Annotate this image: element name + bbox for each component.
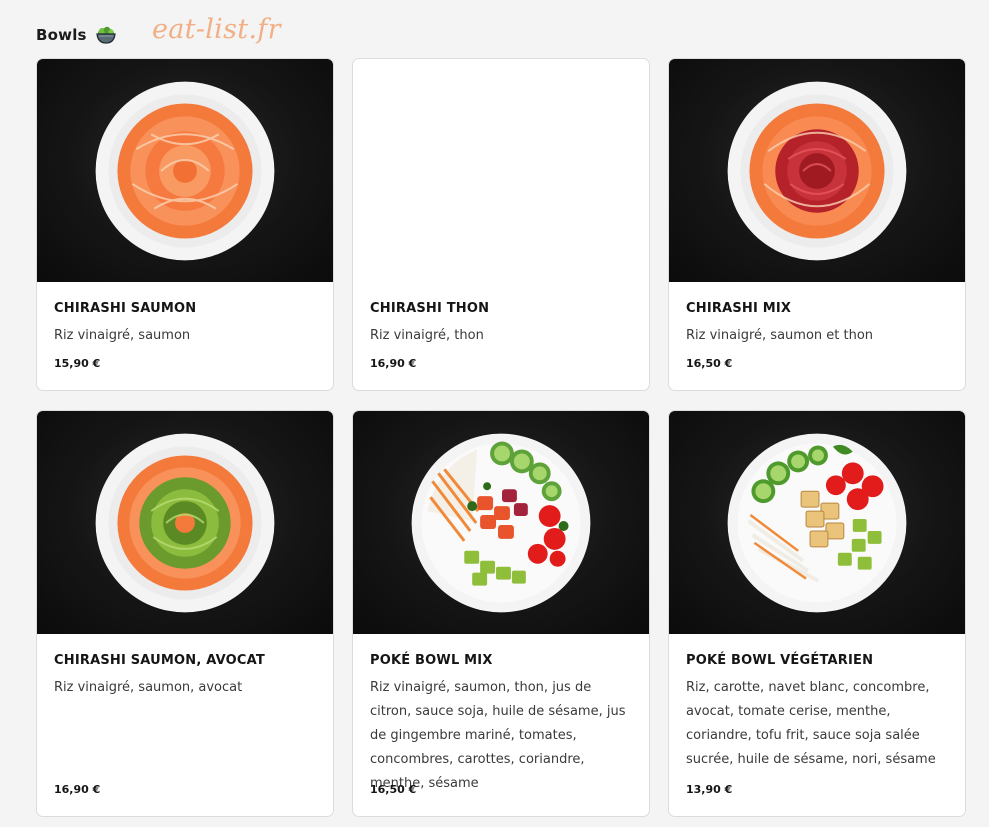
- item-description: Riz vinaigré, thon: [370, 328, 484, 343]
- item-description: Riz vinaigré, saumon: [54, 328, 191, 343]
- menu-item-card[interactable]: CHIRASHI MIX Riz vinaigré, saumon et tho…: [668, 58, 966, 391]
- item-name: CHIRASHI SAUMON: [54, 301, 197, 316]
- dish-photo: [353, 411, 649, 634]
- item-price: 16,90 €: [54, 783, 101, 796]
- item-price: 15,90 €: [54, 357, 101, 370]
- item-description: Riz, carotte, navet blanc, concombre, av…: [686, 680, 936, 767]
- chirashi-mix-image: [727, 81, 907, 261]
- menu-item-card[interactable]: CHIRASHI SAUMON Riz vinaigré, saumon 15,…: [36, 58, 334, 391]
- item-description: Riz vinaigré, saumon, avocat: [54, 680, 243, 695]
- item-name: POKÉ BOWL MIX: [370, 653, 493, 668]
- item-name: CHIRASHI SAUMON, AVOCAT: [54, 653, 265, 668]
- item-price: 16,90 €: [370, 357, 417, 370]
- item-description: Riz vinaigré, saumon, thon, jus de citro…: [370, 680, 626, 791]
- item-price: 16,50 €: [370, 783, 417, 796]
- menu-item-card[interactable]: POKÉ BOWL VÉGÉTARIEN Riz, carotte, navet…: [668, 410, 966, 817]
- menu-item-card[interactable]: CHIRASHI SAUMON, AVOCAT Riz vinaigré, sa…: [36, 410, 334, 817]
- menu-grid: CHIRASHI SAUMON Riz vinaigré, saumon 15,…: [36, 58, 968, 817]
- item-price: 13,90 €: [686, 783, 733, 796]
- dish-photo: [669, 59, 965, 282]
- item-name: CHIRASHI THON: [370, 301, 490, 316]
- menu-item-card[interactable]: CHIRASHI THON Riz vinaigré, thon 16,90 €: [352, 58, 650, 391]
- watermark: eat-list.fr: [152, 14, 281, 45]
- item-price: 16,50 €: [686, 357, 733, 370]
- section-title: Bowls: [36, 26, 87, 44]
- chirashi-saumon-image: [95, 81, 275, 261]
- bowl-salad-icon: [96, 26, 116, 44]
- dish-photo-placeholder: [353, 59, 649, 282]
- chirashi-saumon-avocat-image: [95, 433, 275, 613]
- dish-photo: [37, 59, 333, 282]
- item-description: Riz vinaigré, saumon et thon: [686, 328, 874, 343]
- poke-bowl-mix-image: [411, 433, 591, 613]
- item-name: POKÉ BOWL VÉGÉTARIEN: [686, 653, 874, 668]
- dish-photo: [37, 411, 333, 634]
- menu-row: CHIRASHI SAUMON Riz vinaigré, saumon 15,…: [36, 58, 968, 391]
- menu-item-card[interactable]: POKÉ BOWL MIX Riz vinaigré, saumon, thon…: [352, 410, 650, 817]
- poke-bowl-vegetarien-image: [727, 433, 907, 613]
- item-name: CHIRASHI MIX: [686, 301, 792, 316]
- dish-photo: [669, 411, 965, 634]
- menu-row: CHIRASHI SAUMON, AVOCAT Riz vinaigré, sa…: [36, 410, 968, 817]
- section-header: Bowls: [36, 20, 117, 50]
